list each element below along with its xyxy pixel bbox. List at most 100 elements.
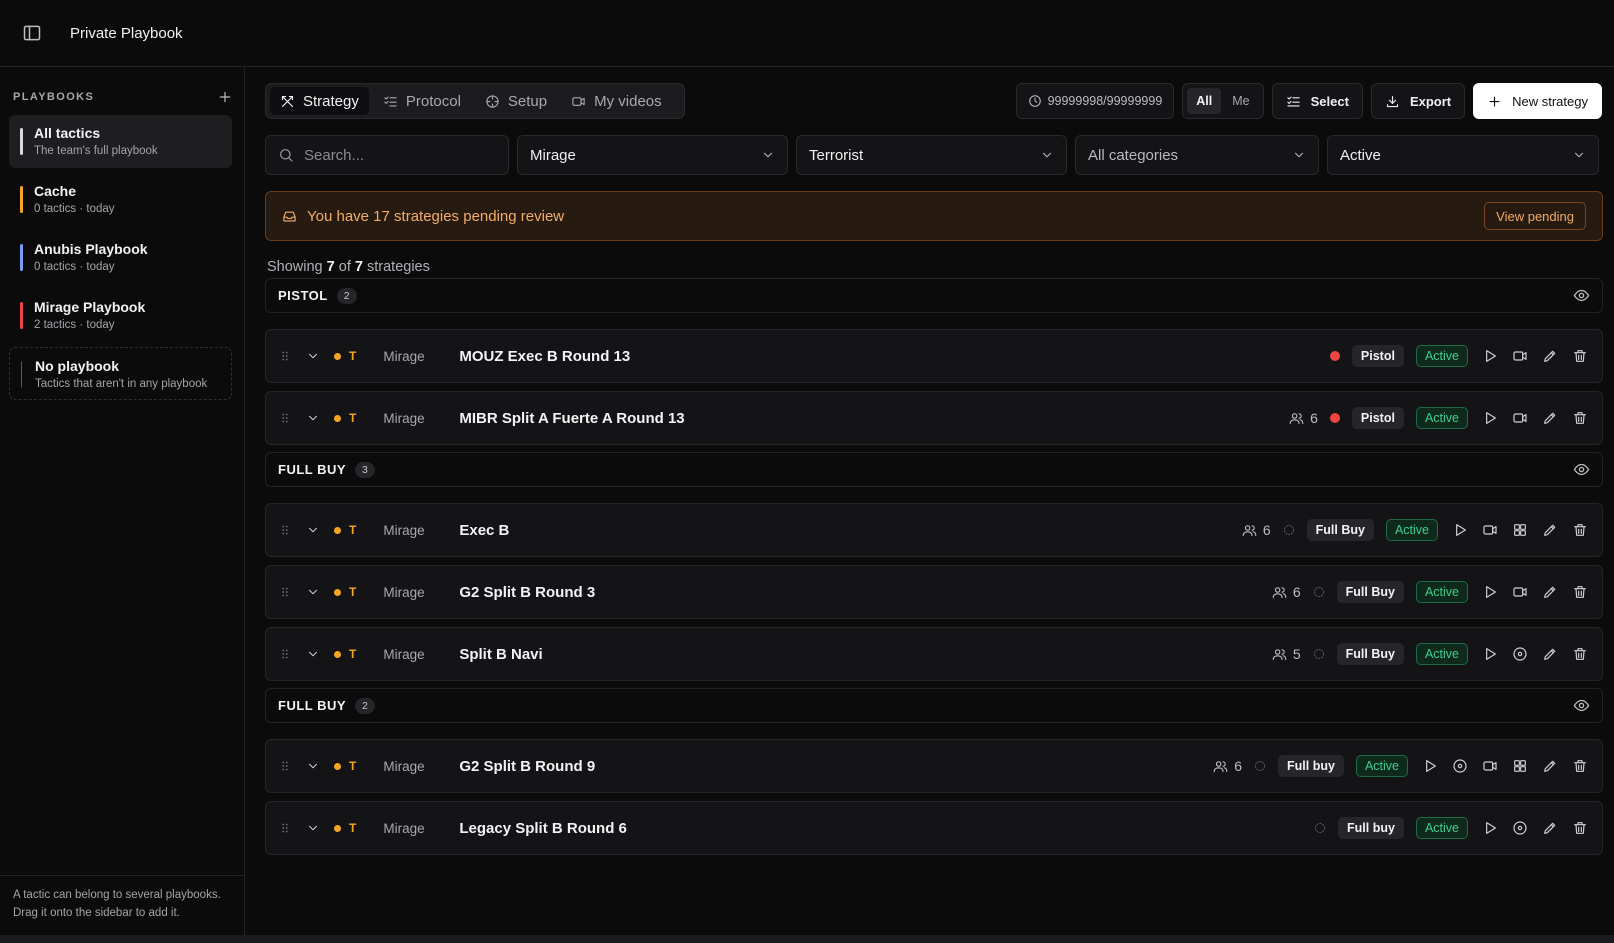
app-title: Private Playbook — [70, 24, 183, 42]
main-content: Strategy Protocol Setup My videos 999999… — [246, 67, 1614, 935]
strategy-row[interactable]: T Mirage G2 Split B Round 3 6 Full Buy A… — [265, 565, 1603, 619]
video-icon[interactable] — [1482, 522, 1498, 538]
banner-message: You have 17 strategies pending review — [282, 208, 564, 225]
strategy-row[interactable]: T Mirage MIBR Split A Fuerte A Round 13 … — [265, 391, 1603, 445]
side-select[interactable]: Terrorist — [796, 135, 1067, 175]
chevron-down-icon[interactable] — [306, 647, 320, 661]
drag-handle-icon[interactable] — [278, 647, 292, 661]
tab-my-videos[interactable]: My videos — [561, 87, 672, 115]
strategy-row[interactable]: T Mirage Exec B 6 Full Buy Active — [265, 503, 1603, 557]
category-select[interactable]: All categories — [1075, 135, 1319, 175]
add-playbook-icon[interactable] — [217, 89, 233, 105]
trash-icon[interactable] — [1572, 758, 1588, 774]
play-icon[interactable] — [1482, 584, 1498, 600]
eye-icon[interactable] — [1573, 287, 1590, 304]
edit-icon[interactable] — [1542, 758, 1558, 774]
play-icon[interactable] — [1482, 820, 1498, 836]
player-count: 6 — [1242, 522, 1271, 538]
crosshair-icon[interactable] — [1512, 646, 1528, 662]
chevron-down-icon[interactable] — [306, 349, 320, 363]
edit-icon[interactable] — [1542, 410, 1558, 426]
strategy-row[interactable]: T Mirage G2 Split B Round 9 6 Full buy A… — [265, 739, 1603, 793]
video-icon[interactable] — [1512, 348, 1528, 364]
new-strategy-button[interactable]: New strategy — [1473, 83, 1602, 119]
strategy-name[interactable]: MIBR Split A Fuerte A Round 13 — [459, 410, 684, 427]
crosshair-icon[interactable] — [1512, 820, 1528, 836]
trash-icon[interactable] — [1572, 584, 1588, 600]
top-bar: Private Playbook — [0, 0, 1614, 67]
play-icon[interactable] — [1482, 410, 1498, 426]
drag-handle-icon[interactable] — [278, 759, 292, 773]
view-pending-button[interactable]: View pending — [1484, 202, 1586, 230]
chevron-down-icon[interactable] — [306, 523, 320, 537]
strategy-row[interactable]: T Mirage MOUZ Exec B Round 13 Pistol Act… — [265, 329, 1603, 383]
trash-icon[interactable] — [1572, 348, 1588, 364]
row-meta: 6 Full Buy Active — [1272, 581, 1588, 603]
grid-icon[interactable] — [1512, 758, 1528, 774]
video-icon[interactable] — [1482, 758, 1498, 774]
status-badge: Active — [1355, 755, 1408, 777]
play-icon[interactable] — [1422, 758, 1438, 774]
chevron-down-icon[interactable] — [306, 411, 320, 425]
strategy-name[interactable]: G2 Split B Round 3 — [459, 584, 595, 601]
chevron-down-icon — [1040, 148, 1054, 162]
trash-icon[interactable] — [1572, 820, 1588, 836]
view-tabs: Strategy Protocol Setup My videos — [265, 83, 685, 119]
scope-all-option[interactable]: All — [1187, 88, 1222, 114]
sidebar-item-anubis-playbook[interactable]: Anubis Playbook 0 tactics · today — [9, 231, 232, 284]
sidebar-item-cache[interactable]: Cache 0 tactics · today — [9, 173, 232, 226]
search-field[interactable] — [265, 135, 509, 175]
video-icon[interactable] — [1512, 584, 1528, 600]
edit-icon[interactable] — [1542, 348, 1558, 364]
drag-handle-icon[interactable] — [278, 523, 292, 537]
side-label: T — [349, 585, 357, 599]
trash-icon[interactable] — [1572, 646, 1588, 662]
drag-handle-icon[interactable] — [278, 821, 292, 835]
eye-icon[interactable] — [1573, 697, 1590, 714]
strategy-row[interactable]: T Mirage Legacy Split B Round 6 Full buy… — [265, 801, 1603, 855]
play-icon[interactable] — [1452, 522, 1468, 538]
strategy-name[interactable]: Split B Navi — [459, 646, 542, 663]
drag-handle-icon[interactable] — [278, 349, 292, 363]
strategy-row[interactable]: T Mirage Split B Navi 5 Full Buy Active — [265, 627, 1603, 681]
scope-me-option[interactable]: Me — [1223, 88, 1258, 114]
playbook-color-bar — [21, 361, 22, 388]
tab-strategy[interactable]: Strategy — [270, 87, 369, 115]
strategy-name[interactable]: MOUZ Exec B Round 13 — [459, 348, 630, 365]
side-label: T — [349, 523, 357, 537]
eye-icon[interactable] — [1573, 461, 1590, 478]
loading-icon — [1283, 524, 1295, 536]
status-select[interactable]: Active — [1327, 135, 1599, 175]
video-icon[interactable] — [1512, 410, 1528, 426]
crosshair-icon[interactable] — [1452, 758, 1468, 774]
trash-icon[interactable] — [1572, 522, 1588, 538]
chevron-down-icon[interactable] — [306, 585, 320, 599]
strategy-name[interactable]: G2 Split B Round 9 — [459, 758, 595, 775]
sidebar-item-all-tactics[interactable]: All tactics The team's full playbook — [9, 115, 232, 168]
row-meta: 5 Full Buy Active — [1272, 643, 1588, 665]
chevron-down-icon[interactable] — [306, 759, 320, 773]
tab-setup[interactable]: Setup — [475, 87, 557, 115]
edit-icon[interactable] — [1542, 584, 1558, 600]
strategy-name[interactable]: Legacy Split B Round 6 — [459, 820, 627, 837]
play-icon[interactable] — [1482, 348, 1498, 364]
trash-icon[interactable] — [1572, 410, 1588, 426]
edit-icon[interactable] — [1542, 522, 1558, 538]
map-select[interactable]: Mirage — [517, 135, 788, 175]
map-label: Mirage — [383, 348, 425, 364]
edit-icon[interactable] — [1542, 646, 1558, 662]
sidebar-item-mirage-playbook[interactable]: Mirage Playbook 2 tactics · today — [9, 289, 232, 342]
search-input[interactable] — [304, 146, 484, 164]
drag-handle-icon[interactable] — [278, 411, 292, 425]
drag-handle-icon[interactable] — [278, 585, 292, 599]
edit-icon[interactable] — [1542, 820, 1558, 836]
play-icon[interactable] — [1482, 646, 1498, 662]
grid-icon[interactable] — [1512, 522, 1528, 538]
chevron-down-icon[interactable] — [306, 821, 320, 835]
export-button[interactable]: Export — [1370, 83, 1466, 119]
sidebar-toggle-icon[interactable] — [22, 23, 42, 43]
strategy-name[interactable]: Exec B — [459, 522, 509, 539]
select-button[interactable]: Select — [1271, 83, 1363, 119]
sidebar-item-no-playbook[interactable]: No playbook Tactics that aren't in any p… — [9, 347, 232, 400]
tab-protocol[interactable]: Protocol — [373, 87, 471, 115]
